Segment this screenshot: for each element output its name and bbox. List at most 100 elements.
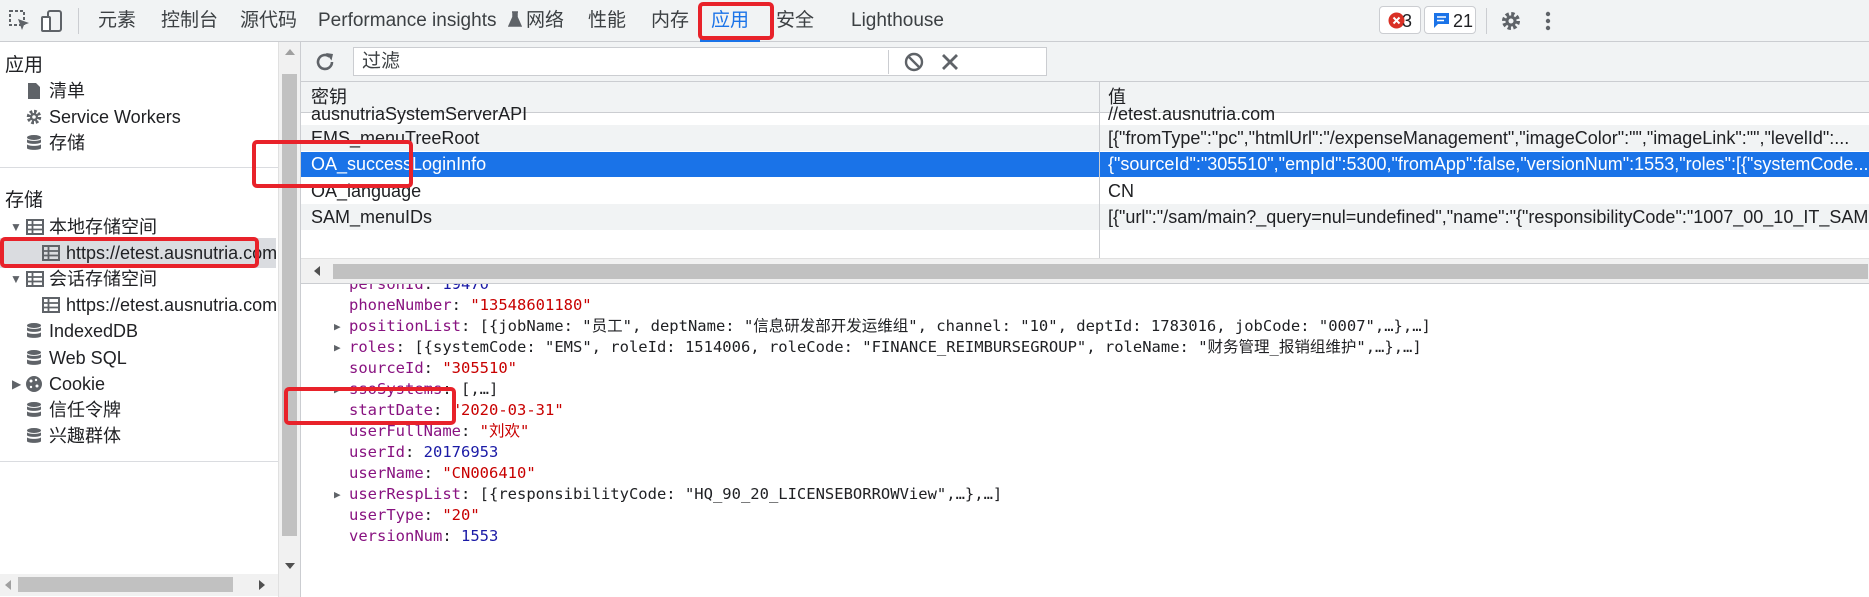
sidebar-horizontal-scrollbar[interactable] [0, 574, 278, 596]
tab-console[interactable]: 控制台 [161, 0, 218, 42]
tab-memory[interactable]: 内存 [651, 0, 689, 42]
sidebar-section-application: 应用 [5, 55, 44, 76]
preview-key: phoneNumber [349, 296, 452, 314]
experiment-flask-icon [507, 11, 522, 27]
message-count-badge[interactable]: 21 [1424, 6, 1476, 34]
database-icon [27, 323, 41, 338]
tab-security[interactable]: 安全 [776, 0, 814, 42]
table-row[interactable]: EMS_menuTreeRoot [{"fromType":"pc","html… [301, 125, 1869, 151]
cookie-icon [26, 376, 42, 392]
tab-network[interactable]: 网络 [526, 0, 564, 42]
storage-toolbar [301, 42, 1869, 82]
tab-performance-insights[interactable]: Performance insights [318, 0, 522, 42]
database-icon [27, 428, 41, 443]
preview-value: "CN006410" [442, 464, 536, 482]
table-horizontal-scrollbar[interactable] [301, 258, 1869, 284]
preview-value: "刘欢" [479, 422, 530, 440]
highlight-application-tab [698, 2, 774, 40]
row-key: EMS_menuTreeRoot [311, 128, 480, 148]
gear-icon [26, 109, 42, 125]
sidebar-hscroll-thumb[interactable] [18, 577, 233, 592]
application-sidebar: 应用 清单 Service Workers 存储 存储 ▼ 本地存储空间 htt… [0, 42, 280, 597]
value-preview-tree: personId: 19470 phoneNumber: "13548601180… [301, 284, 1869, 597]
tab-lighthouse[interactable]: Lighthouse [851, 0, 944, 42]
more-options-icon[interactable] [1536, 9, 1560, 33]
sidebar-item-indexeddb[interactable]: IndexedDB [0, 316, 276, 346]
scroll-left-arrow-icon[interactable] [4, 579, 12, 591]
preview-key: sourceId [349, 359, 424, 377]
error-count-badge[interactable]: 3 [1379, 6, 1421, 34]
tab-sources[interactable]: 源代码 [240, 0, 297, 42]
sidebar-item-label: 兴趣群体 [49, 426, 121, 446]
tab-performance[interactable]: 性能 [588, 0, 626, 42]
clear-all-icon[interactable] [903, 51, 925, 73]
preview-entry: versionNum: 1553 [349, 524, 498, 549]
sidebar-item-label: 存储 [49, 133, 85, 153]
preview-line-version-num: versionNum: 1553 [301, 524, 1869, 549]
storage-table: 密钥 值 ausnutriaSystemServerAPI //etest.au… [301, 82, 1869, 287]
table-row-selected[interactable]: OA_successLoginInfo {"sourceId":"305510"… [301, 152, 1869, 177]
highlight-local-storage-origin [0, 237, 259, 268]
row-value: [{"fromType":"pc","htmlUrl":"/expenseMan… [1108, 128, 1850, 148]
message-icon [1434, 13, 1449, 28]
preview-separator: : [460, 317, 480, 335]
database-icon [27, 135, 41, 150]
scroll-right-arrow-icon[interactable] [258, 579, 266, 591]
preview-key: userName [349, 464, 424, 482]
preview-key: personId [349, 284, 424, 293]
toolbar-divider [1486, 8, 1487, 34]
preview-separator: : [423, 284, 443, 293]
preview-separator: : [451, 296, 471, 314]
sidebar-vertical-scrollbar[interactable] [278, 42, 300, 597]
toolbar-divider [78, 8, 79, 34]
preview-separator: : [395, 338, 415, 356]
message-count: 21 [1453, 11, 1474, 31]
table-row[interactable]: OA_language CN [301, 178, 1869, 204]
grid-icon [26, 219, 44, 235]
preview-value: [,…] [461, 380, 499, 398]
column-resizer[interactable] [1099, 82, 1100, 258]
table-hscroll-thumb[interactable] [333, 264, 1868, 279]
preview-key: positionList [349, 317, 461, 335]
tab-elements[interactable]: 元素 [98, 0, 136, 42]
preview-value: "2020-03-31" [451, 401, 564, 419]
preview-key: userId [349, 443, 405, 461]
preview-value: 1553 [461, 527, 499, 545]
scroll-left-arrow-icon[interactable] [313, 265, 321, 277]
preview-value: [{systemCode: "EMS", roleId: 1514006, ro… [414, 338, 1422, 356]
preview-separator: : [405, 443, 424, 461]
preview-key: roles [349, 338, 396, 356]
preview-value: "305510" [442, 359, 517, 377]
preview-separator: : [423, 506, 443, 524]
highlight-login-info-key [252, 140, 413, 188]
preview-separator: : [423, 464, 443, 482]
sidebar-divider [0, 167, 278, 168]
preview-separator: : [423, 359, 443, 377]
table-row[interactable]: SAM_menuIDs [{"url":"/sam/main?_query=nu… [301, 204, 1869, 230]
devtools-tabbar: 元素 控制台 源代码 Performance insights 网络 性能 内存… [0, 0, 1869, 42]
inspect-element-icon[interactable] [8, 9, 32, 33]
preview-separator: : [460, 422, 480, 440]
sidebar-item-interest-groups[interactable]: 兴趣群体 [0, 421, 276, 451]
scroll-down-arrow-icon[interactable] [284, 562, 296, 570]
preview-key: userRespList [349, 485, 461, 503]
preview-value: "20" [442, 506, 480, 524]
delete-selected-icon[interactable] [940, 52, 960, 72]
sidebar-item-storage[interactable]: 存储 [0, 128, 276, 158]
preview-value: "13548601180" [470, 296, 592, 314]
file-icon [28, 83, 40, 99]
device-toolbar-icon[interactable] [40, 9, 64, 33]
row-key: OA_language [311, 181, 422, 201]
row-value: {"sourceId":"305510","empId":5300,"fromA… [1108, 154, 1868, 174]
refresh-icon[interactable] [314, 51, 336, 73]
grid-icon [26, 271, 44, 287]
preview-key: userType [349, 506, 424, 524]
tab-performance-insights-label: Performance insights [318, 10, 497, 31]
toolbar-divider [888, 50, 889, 74]
preview-separator: : [442, 527, 461, 545]
gear-icon[interactable] [1499, 9, 1523, 33]
preview-key: versionNum [349, 527, 443, 545]
database-icon [27, 350, 41, 365]
row-value: CN [1108, 181, 1134, 201]
scroll-up-arrow-icon[interactable] [284, 48, 296, 56]
